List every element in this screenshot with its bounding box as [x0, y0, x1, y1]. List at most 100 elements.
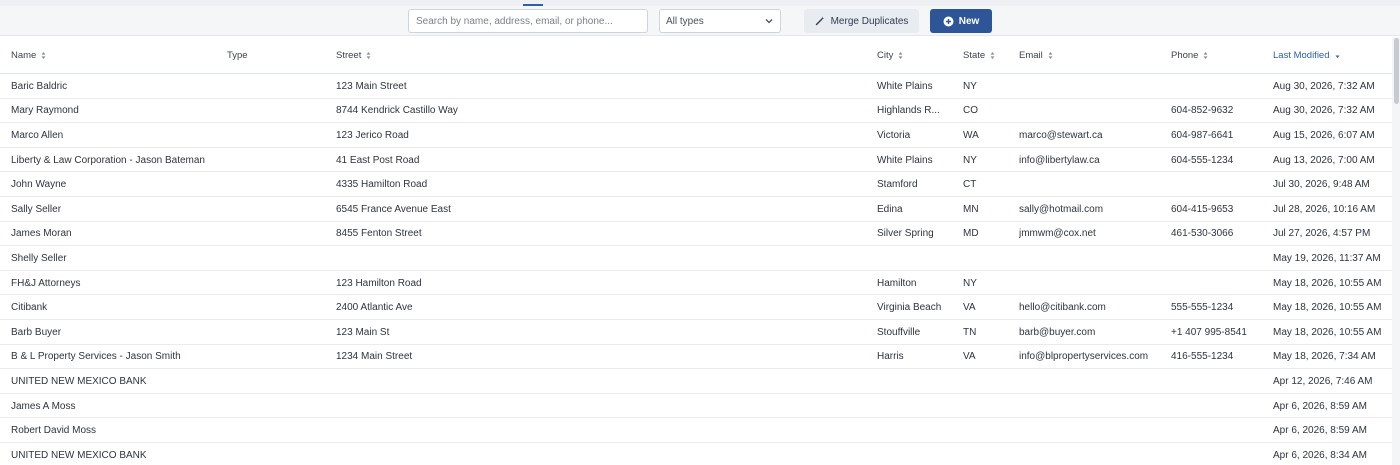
table-row[interactable]: Mary Raymond 8744 Kendrick Castillo Way Hi…: [0, 99, 1392, 124]
cell-name: Robert David Moss: [11, 425, 97, 437]
table-row[interactable]: Marco Allen 123 Jerico Road Victoria WA marc…: [0, 123, 1392, 148]
new-button-label: New: [958, 15, 980, 27]
type-filter-select[interactable]: All types: [659, 9, 781, 33]
cell-phone: 604-415-9653: [1171, 203, 1234, 215]
column-header-type: Type: [227, 37, 248, 74]
cell-name: John Wayne: [11, 179, 67, 191]
cell-email: [1019, 246, 1167, 271]
cell-modified: May 18, 2026, 10:55 AM: [1273, 326, 1382, 338]
cell-street: 123 Jerico Road: [336, 129, 409, 141]
column-header-state[interactable]: State: [963, 37, 995, 74]
table-row[interactable]: James A Moss Apr 6, 2026, 8:59 AM: [0, 394, 1392, 419]
cell-type: [227, 271, 327, 296]
cell-phone: [1171, 246, 1269, 271]
sort-desc-icon: [1335, 55, 1340, 58]
column-header-last-modified[interactable]: Last Modified: [1273, 37, 1340, 74]
cell-phone: [1171, 394, 1269, 419]
cell-type: [227, 123, 327, 148]
cell-state: VA: [963, 351, 976, 363]
table-body: Baric Baldric 123 Main Street White Plains…: [0, 74, 1392, 465]
cell-type: [227, 172, 327, 197]
table-row[interactable]: Liberty & Law Corporation - Jason Batema…: [0, 148, 1392, 173]
cell-modified: Aug 30, 2026, 7:32 AM: [1273, 105, 1375, 117]
cell-email: hello@citibank.com: [1019, 302, 1106, 314]
cell-type: [227, 246, 327, 271]
cell-modified: Apr 6, 2026, 8:59 AM: [1273, 400, 1367, 412]
plus-circle-icon: [943, 16, 954, 26]
toolbar: All types Merge Duplicates New: [0, 6, 1400, 36]
cell-email: [1019, 172, 1167, 197]
cell-type: [227, 295, 327, 320]
cell-street: [336, 443, 866, 465]
column-header-email[interactable]: Email: [1019, 37, 1053, 74]
cell-state: TN: [963, 326, 977, 338]
cell-email: info@blpropertyservices.com: [1019, 351, 1149, 363]
table-row[interactable]: Baric Baldric 123 Main Street White Plains…: [0, 74, 1392, 99]
table-row[interactable]: Barb Buyer 123 Main St Stouffville TN barb@b…: [0, 320, 1392, 345]
cell-state: CO: [963, 105, 978, 117]
table-row[interactable]: Shelly Seller May 19, 2026, 11:37 AM: [0, 246, 1392, 271]
cell-email: marco@stewart.ca: [1019, 129, 1103, 141]
cell-type: [227, 418, 327, 443]
cell-email: [1019, 369, 1167, 394]
cell-phone: [1171, 74, 1269, 99]
cell-phone: [1171, 369, 1269, 394]
table-row[interactable]: FH&J Attorneys 123 Hamilton Road Hamilton N…: [0, 271, 1392, 296]
column-header-phone[interactable]: Phone: [1171, 37, 1208, 74]
cell-state: [963, 369, 1013, 394]
cell-street: 123 Main Street: [336, 80, 407, 92]
cell-email: info@libertylaw.ca: [1019, 154, 1100, 166]
cell-phone: 604-555-1234: [1171, 154, 1234, 166]
table-row[interactable]: Citibank 2400 Atlantic Ave Virginia Beach V…: [0, 295, 1392, 320]
cell-state: NY: [963, 80, 977, 92]
cell-city: Virginia Beach: [877, 302, 942, 314]
cell-street: [336, 418, 866, 443]
cell-name: B & L Property Services - Jason Smith: [11, 351, 181, 363]
column-label: Type: [227, 50, 248, 61]
chevron-down-icon: [765, 19, 773, 24]
table-row[interactable]: Robert David Moss Apr 6, 2026, 8:59 AM: [0, 418, 1392, 443]
cell-city: Harris: [877, 351, 904, 363]
cell-modified: Jul 28, 2026, 10:16 AM: [1273, 203, 1376, 215]
cell-name: UNITED NEW MEXICO BANK: [11, 449, 147, 461]
cell-type: [227, 320, 327, 345]
cell-street: 41 East Post Road: [336, 154, 420, 166]
cell-email: [1019, 271, 1167, 296]
cell-city: [877, 246, 953, 271]
cell-street: 8744 Kendrick Castillo Way: [336, 105, 458, 117]
table-row[interactable]: Sally Seller 6545 France Avenue East Edina…: [0, 197, 1392, 222]
cell-state: [963, 394, 1013, 419]
cell-modified: May 19, 2026, 11:37 AM: [1273, 252, 1381, 264]
cell-state: NY: [963, 277, 977, 289]
cell-email: [1019, 443, 1167, 465]
cell-street: 123 Hamilton Road: [336, 277, 422, 289]
search-input[interactable]: [408, 9, 648, 33]
cell-street: 6545 France Avenue East: [336, 203, 451, 215]
cell-phone: [1171, 443, 1269, 465]
merge-duplicates-button[interactable]: Merge Duplicates: [804, 9, 919, 33]
table-row[interactable]: James Moran 8455 Fenton Street Silver Spri…: [0, 222, 1392, 247]
table-row[interactable]: B & L Property Services - Jason Smith 123…: [0, 345, 1392, 370]
scrollbar-thumb[interactable]: [1394, 38, 1399, 104]
cell-modified: Aug 15, 2026, 6:07 AM: [1273, 129, 1375, 141]
cell-type: [227, 394, 327, 419]
cell-city: Highlands R...: [877, 105, 940, 117]
cell-state: [963, 443, 1013, 465]
cell-name: FH&J Attorneys: [11, 277, 81, 289]
cell-street: 123 Main St: [336, 326, 390, 338]
cell-email: [1019, 74, 1167, 99]
column-label: Name: [11, 50, 37, 61]
table-row[interactable]: UNITED NEW MEXICO BANK Apr 6, 2026, 8:34 …: [0, 443, 1392, 465]
cell-modified: Aug 13, 2026, 7:00 AM: [1273, 154, 1375, 166]
table-row[interactable]: UNITED NEW MEXICO BANK Apr 12, 2026, 7:46…: [0, 369, 1392, 394]
column-header-city[interactable]: City: [877, 37, 903, 74]
cell-type: [227, 99, 327, 124]
cell-type: [227, 222, 327, 247]
column-label: City: [877, 50, 894, 61]
table-row[interactable]: John Wayne 4335 Hamilton Road Stamford CT Ju…: [0, 172, 1392, 197]
column-header-name[interactable]: Name: [11, 37, 46, 74]
new-button[interactable]: New: [930, 9, 992, 33]
cell-state: MD: [963, 228, 979, 240]
column-header-street[interactable]: Street: [336, 37, 371, 74]
cell-city: White Plains: [877, 154, 933, 166]
